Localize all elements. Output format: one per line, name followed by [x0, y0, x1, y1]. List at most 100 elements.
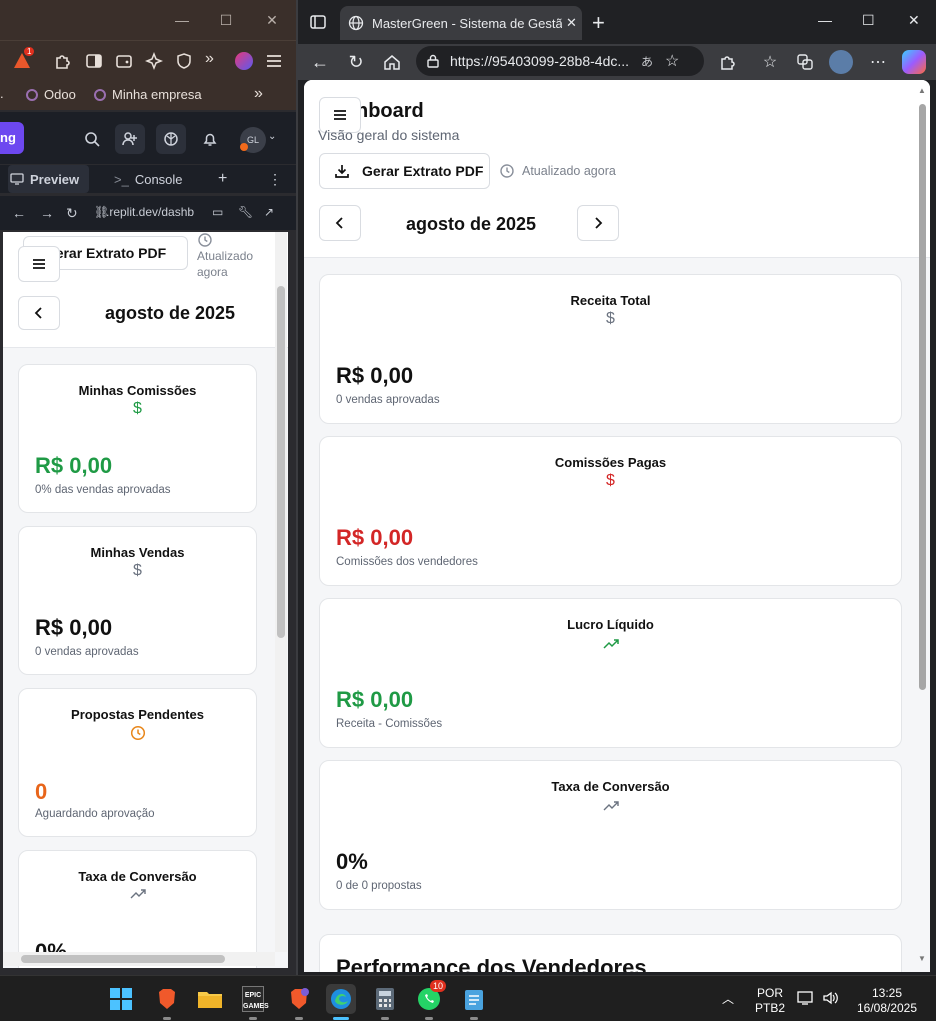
- card-subtitle: Comissões dos vendedores: [336, 556, 478, 568]
- bookmark-odoo[interactable]: Odoo: [26, 87, 76, 102]
- replit-brand-button[interactable]: ng: [0, 122, 24, 154]
- network-icon[interactable]: [797, 990, 815, 1006]
- scrollbar-thumb[interactable]: [919, 104, 926, 690]
- site-info-icon[interactable]: [426, 54, 440, 68]
- close-window-icon[interactable]: ✕: [908, 12, 920, 29]
- previous-month-button[interactable]: [18, 296, 60, 330]
- more-options-icon[interactable]: ⋮: [268, 165, 282, 193]
- read-aloud-icon[interactable]: あ: [641, 53, 653, 70]
- metric-card-comissoes-pagas: Comissões Pagas $ R$ 0,00 Comissões dos …: [319, 436, 902, 586]
- favorite-star-icon[interactable]: ☆: [665, 51, 679, 71]
- more-extensions-icon[interactable]: »: [205, 50, 214, 68]
- show-hidden-icons-chevron-up-icon[interactable]: ︿: [722, 990, 734, 1007]
- copilot-icon[interactable]: [902, 50, 926, 74]
- devtools-wrench-icon[interactable]: 🔧︎: [238, 205, 253, 219]
- whatsapp-icon[interactable]: 10: [414, 980, 447, 1020]
- minimize-icon[interactable]: —: [818, 12, 832, 28]
- tab-actions-icon[interactable]: [310, 14, 326, 30]
- month-label: agosto de 2025: [406, 214, 537, 234]
- month-label: agosto de 2025: [105, 303, 236, 323]
- bookmarks-more-icon[interactable]: »: [254, 85, 263, 103]
- clock-tray[interactable]: 13:25 16/08/2025: [852, 986, 922, 1016]
- brave-profile-icon[interactable]: [284, 984, 314, 1020]
- bookmark-minha-empresa[interactable]: Minha empresa: [94, 87, 202, 102]
- favorites-icon[interactable]: ☆: [758, 50, 782, 74]
- close-tab-icon[interactable]: ✕: [566, 15, 577, 31]
- open-external-icon[interactable]: ↗: [264, 205, 274, 219]
- reload-icon[interactable]: ↻: [66, 205, 78, 222]
- deploy-icon[interactable]: [156, 124, 186, 154]
- edge-browser-icon[interactable]: [326, 984, 356, 1020]
- tab-mastergreen[interactable]: MasterGreen - Sistema de Gestão ✕: [340, 6, 582, 40]
- scrollbar-thumb[interactable]: [21, 955, 225, 963]
- vpn-shield-icon[interactable]: [175, 52, 193, 70]
- card-value: R$ 0,00: [336, 363, 414, 388]
- card-subtitle: Receita - Comissões: [336, 718, 443, 730]
- page-subtitle: Visão geral do sistema: [318, 127, 460, 143]
- hamburger-menu-button[interactable]: [18, 246, 60, 282]
- forward-arrow-icon[interactable]: →: [40, 205, 54, 221]
- metric-card-minhas-comissoes: Minhas Comissões $ R$ 0,00 0% das vendas…: [18, 364, 257, 513]
- metric-card-lucro-liquido: Lucro Líquido R$ 0,00 Receita - Comissõe…: [319, 598, 902, 748]
- chevron-down-icon[interactable]: ⌄: [268, 131, 276, 142]
- back-arrow-icon[interactable]: ←: [12, 205, 26, 221]
- collections-icon[interactable]: [793, 50, 817, 74]
- vertical-scrollbar[interactable]: ▲ ▼: [916, 86, 930, 966]
- vertical-scrollbar[interactable]: [275, 232, 287, 952]
- reload-icon[interactable]: ↻: [344, 50, 368, 74]
- gerar-pdf-button[interactable]: Gerar Extrato PDF: [319, 153, 490, 189]
- calculator-icon[interactable]: [370, 984, 400, 1020]
- address-bar[interactable]: https://95403099-28b8-4dc... あ ☆: [416, 46, 704, 76]
- profile-icon[interactable]: [235, 52, 253, 70]
- horizontal-scrollbar[interactable]: [3, 952, 275, 966]
- scrollbar-thumb[interactable]: [277, 286, 285, 638]
- more-options-icon[interactable]: ⋯: [866, 50, 890, 74]
- back-arrow-icon[interactable]: ←: [308, 50, 332, 74]
- time-text: 13:25: [871, 986, 903, 1000]
- button-label: Gerar Extrato PDF: [362, 163, 484, 179]
- next-month-button[interactable]: [577, 205, 619, 241]
- notifications-bell-icon[interactable]: [195, 124, 225, 154]
- volume-icon[interactable]: [822, 990, 840, 1006]
- metric-card-propostas-pendentes: Propostas Pendentes 0 Aguardando aprovaç…: [18, 688, 257, 837]
- previous-month-button[interactable]: [319, 205, 361, 241]
- profile-avatar[interactable]: [829, 50, 853, 74]
- tab-label: Console: [134, 171, 183, 187]
- close-icon[interactable]: ✕: [264, 12, 280, 28]
- tab-console[interactable]: >_ Console: [114, 165, 183, 193]
- input-language-indicator[interactable]: POR PTB2: [752, 986, 788, 1016]
- bookmark-overflow-left[interactable]: .: [0, 86, 4, 101]
- url-text[interactable]: .replit.dev/dashb: [106, 205, 194, 219]
- scroll-down-arrow[interactable]: ▼: [918, 954, 926, 963]
- search-icon[interactable]: [77, 124, 107, 154]
- epic-games-icon[interactable]: EPIC GAMES: [238, 984, 269, 1020]
- start-button-icon[interactable]: [106, 984, 136, 1014]
- invite-user-icon[interactable]: [115, 124, 145, 154]
- brave-browser-icon[interactable]: [152, 984, 182, 1020]
- devices-icon[interactable]: ▭: [212, 205, 223, 219]
- notification-badge: 1: [24, 47, 35, 56]
- card-title: Comissões Pagas: [554, 455, 667, 470]
- wallet-icon[interactable]: [115, 52, 133, 70]
- left-app-preview: Gerar Extrato PDF Atualizado agora agost…: [3, 232, 288, 968]
- dollar-icon: $: [133, 562, 142, 579]
- avatar[interactable]: GL: [240, 127, 266, 153]
- maximize-icon[interactable]: ☐: [218, 12, 234, 28]
- minimize-icon[interactable]: —: [174, 12, 190, 28]
- menu-icon[interactable]: [265, 52, 283, 70]
- left-page-header: Gerar Extrato PDF Atualizado agora agost…: [3, 232, 288, 348]
- extensions-icon[interactable]: [54, 52, 72, 70]
- new-tab-button[interactable]: +: [592, 10, 605, 36]
- brave-rewards-icon[interactable]: 1: [12, 47, 35, 71]
- extensions-icon[interactable]: [716, 50, 740, 74]
- home-icon[interactable]: [380, 50, 404, 74]
- notepad-icon[interactable]: [459, 984, 489, 1020]
- scroll-up-arrow[interactable]: ▲: [918, 86, 926, 95]
- sidebar-icon[interactable]: [85, 52, 103, 70]
- clock-icon: [130, 725, 146, 741]
- tab-preview[interactable]: Preview: [8, 165, 90, 193]
- maximize-icon[interactable]: ☐: [862, 12, 875, 29]
- new-tab-button[interactable]: +: [218, 165, 227, 193]
- file-explorer-icon[interactable]: [195, 984, 225, 1014]
- ai-sparkle-icon[interactable]: [145, 52, 163, 70]
